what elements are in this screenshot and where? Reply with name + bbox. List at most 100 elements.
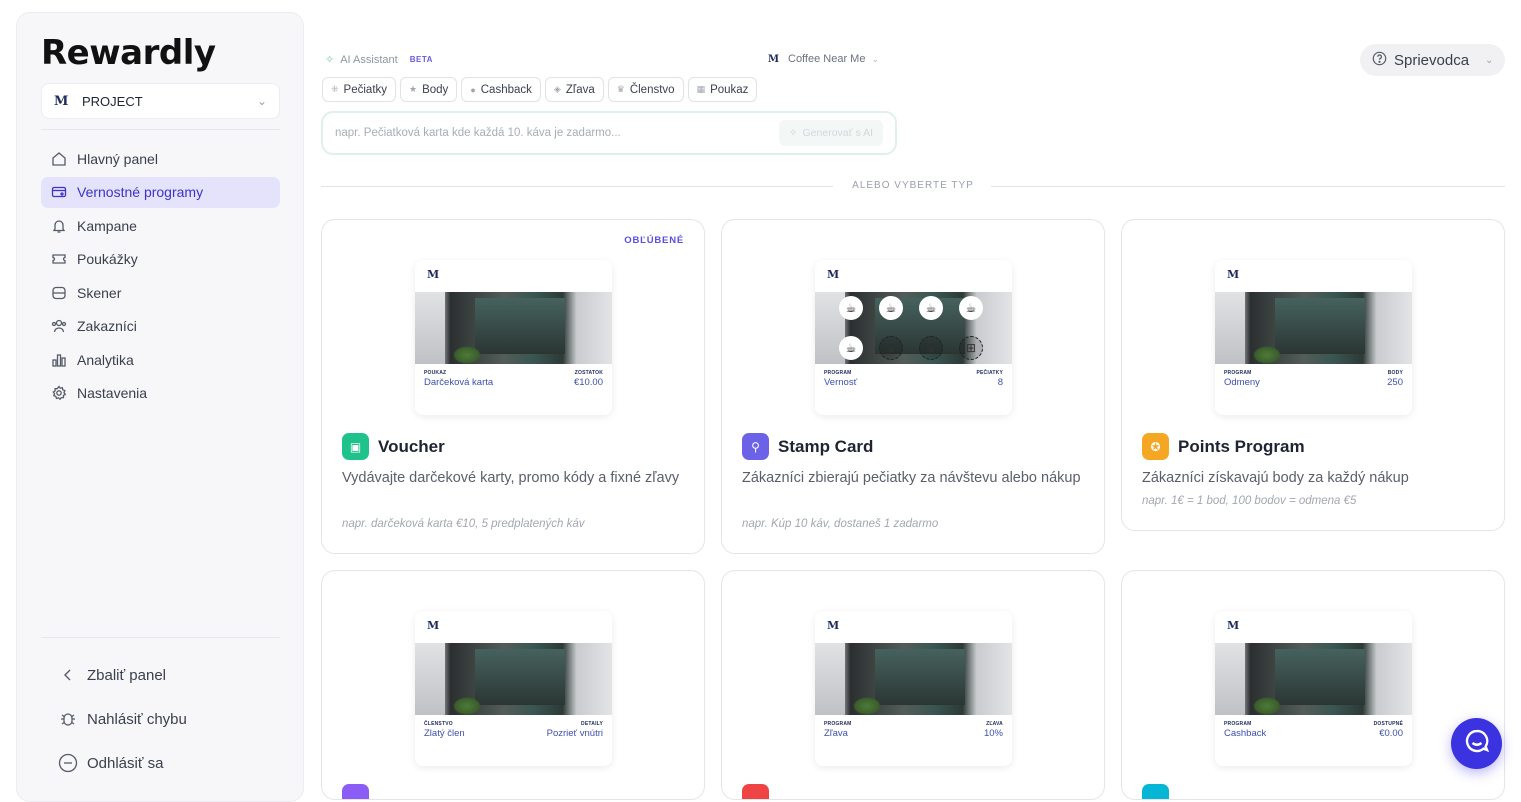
divider-line bbox=[321, 186, 833, 187]
preview-left-value: Cashback bbox=[1224, 728, 1267, 739]
guide-label: Sprievodca bbox=[1394, 51, 1470, 69]
stamp-icon: ⁜ bbox=[331, 84, 339, 94]
program-type-chips: ⁜ Pečiatky ★ Body ● Cashback ◈ Zľava ♛ Členst… bbox=[322, 77, 758, 102]
storefront-image bbox=[415, 292, 612, 364]
chip-discount[interactable]: ◈ Zľava bbox=[544, 77, 604, 102]
points-icon: ✪ bbox=[1142, 433, 1169, 460]
chevron-down-icon: ⌄ bbox=[871, 53, 879, 64]
card-title: ▣ Voucher bbox=[342, 433, 445, 460]
program-card-voucher[interactable]: OBĽÚBENÉ M POUKAZ Darčeková karta ZOSTATO… bbox=[321, 219, 705, 554]
tag-icon: ◈ bbox=[553, 84, 561, 94]
storefront-image: ☕ ☕ ☕ ☕ ☕ ☕ ☕ ⊞ bbox=[815, 292, 1012, 364]
sidebar-item-customers[interactable]: Zakazníci bbox=[41, 311, 280, 342]
program-card-points[interactable]: M PROGRAM Odmeny BODY 250 ✪ Points Program… bbox=[1121, 219, 1505, 531]
brand-monogram: M bbox=[1227, 268, 1240, 281]
card-preview: M POUKAZ Darčeková karta ZOSTATOK €10.00 bbox=[415, 260, 612, 415]
guide-button[interactable]: Sprievodca ⌄ bbox=[1360, 44, 1505, 76]
collapse-panel-button[interactable]: Zbaliť panel bbox=[41, 653, 280, 697]
preview-right-key: BODY bbox=[1387, 370, 1403, 376]
sidebar-item-label: Analytika bbox=[77, 351, 134, 368]
sidebar-bottom: Zbaliť panel Nahlásiť chybu Odhlásiť sa bbox=[41, 653, 280, 785]
report-bug-button[interactable]: Nahlásiť chybu bbox=[41, 697, 280, 741]
place-monogram: M bbox=[768, 53, 780, 65]
discount-icon bbox=[742, 784, 769, 799]
chip-voucher[interactable]: ▦ Poukaz bbox=[687, 77, 758, 102]
card-example: napr. 1€ = 1 bod, 100 bodov = odmena €5 bbox=[1142, 495, 1357, 507]
preview-right-key: DETAILY bbox=[581, 721, 603, 727]
membership-icon bbox=[342, 784, 369, 799]
coffee-stamp-icon: ☕ bbox=[959, 296, 983, 320]
star-icon: ★ bbox=[409, 84, 418, 94]
program-card-discount[interactable]: M PROGRAM Zľava ZĽAVA 10% bbox=[721, 570, 1105, 800]
preview-left-value: Zlatý člen bbox=[424, 728, 465, 739]
generate-ai-button[interactable]: ✧ Generovať s AI bbox=[778, 120, 883, 146]
chip-cashback[interactable]: ● Cashback bbox=[461, 77, 541, 102]
project-select[interactable]: M PROJECT ⌄ bbox=[41, 83, 280, 119]
crown-icon: ♛ bbox=[616, 84, 625, 94]
bug-icon bbox=[57, 708, 79, 730]
empty-stamp-icon: ☕ bbox=[919, 336, 943, 360]
gift-icon: ⊞ bbox=[959, 336, 983, 360]
preview-left-value: Vernosť bbox=[824, 377, 858, 388]
project-label: PROJECT bbox=[82, 93, 143, 109]
sidebar-item-label: Kampane bbox=[77, 217, 137, 234]
sidebar-item-campaigns[interactable]: Kampane bbox=[41, 210, 280, 241]
coffee-stamp-icon: ☕ bbox=[839, 336, 863, 360]
sidebar-item-scanner[interactable]: Skener bbox=[41, 277, 280, 308]
ai-prompt-field[interactable]: napr. Pečiatková karta kde každá 10. káv… bbox=[321, 111, 897, 155]
logout-button[interactable]: Odhlásiť sa bbox=[41, 741, 280, 785]
preview-left-key: PROGRAM bbox=[824, 721, 852, 727]
preview-left-value: Odmeny bbox=[1224, 377, 1260, 388]
voucher-icon: ▣ bbox=[342, 433, 369, 460]
coffee-stamp-icon: ☕ bbox=[879, 296, 903, 320]
sidebar: Rewardly M PROJECT ⌄ Hlavný panel Vernos… bbox=[16, 12, 304, 802]
coffee-stamp-icon: ☕ bbox=[839, 296, 863, 320]
sidebar-item-label: Zakazníci bbox=[77, 318, 137, 334]
chat-icon bbox=[1463, 727, 1491, 760]
sidebar-item-loyalty-programs[interactable]: Vernostné programy bbox=[41, 176, 280, 208]
stamp-icon: ⚲ bbox=[742, 433, 769, 460]
coffee-stamp-icon: ☕ bbox=[919, 296, 943, 320]
preview-left-key: PROGRAM bbox=[824, 370, 852, 376]
sidebar-item-vouchers[interactable]: Poukážky bbox=[41, 244, 280, 275]
program-card-membership[interactable]: M ČLENSTVO Zlatý člen DETAILY Pozrieť vnút… bbox=[321, 570, 705, 800]
sidebar-bottom-divider bbox=[41, 637, 280, 638]
preview-right-value: Pozrieť vnútri bbox=[546, 728, 603, 739]
coins-icon: ● bbox=[470, 84, 476, 95]
chevron-left-icon bbox=[57, 664, 79, 686]
program-card-stamp[interactable]: M ☕ ☕ ☕ ☕ ☕ ☕ ☕ ⊞ PROGRAM Vernosť PEČIATK… bbox=[721, 219, 1105, 554]
brand-monogram: M bbox=[427, 268, 440, 281]
card-description: Vydávajte darčekové karty, promo kódy a … bbox=[342, 470, 680, 486]
divider-line bbox=[991, 186, 1505, 187]
ai-prompt-placeholder[interactable]: napr. Pečiatková karta kde každá 10. káv… bbox=[335, 127, 779, 139]
program-card-cashback[interactable]: M PROGRAM Cashback DOSTUPNÉ €0.00 bbox=[1121, 570, 1505, 800]
chip-points[interactable]: ★ Body bbox=[400, 77, 458, 102]
project-monogram: M bbox=[54, 93, 69, 109]
chevron-down-icon[interactable]: ⌄ bbox=[1485, 55, 1493, 66]
stamp-grid: ☕ ☕ ☕ ☕ ☕ ☕ ☕ ⊞ bbox=[839, 296, 989, 362]
logout-icon bbox=[57, 752, 79, 774]
sidebar-item-analytics[interactable]: Analytika bbox=[41, 344, 280, 375]
help-icon bbox=[1372, 51, 1387, 70]
sidebar-item-dashboard[interactable]: Hlavný panel bbox=[41, 143, 280, 174]
card-title-text: Stamp Card bbox=[778, 436, 874, 456]
card-preview: M PROGRAM Zľava ZĽAVA 10% bbox=[815, 611, 1012, 766]
chat-support-button[interactable] bbox=[1451, 718, 1502, 769]
card-title bbox=[1142, 784, 1178, 799]
storefront-image bbox=[1215, 292, 1412, 364]
storefront-image bbox=[1215, 643, 1412, 715]
card-title: ✪ Points Program bbox=[1142, 433, 1305, 460]
chip-membership[interactable]: ♛ Členstvo bbox=[607, 77, 684, 102]
preview-right-key: DOSTUPNÉ bbox=[1373, 721, 1403, 727]
card-example: napr. Kúp 10 káv, dostaneš 1 zadarmo bbox=[742, 518, 939, 530]
sidebar-item-label: Nastavenia bbox=[77, 385, 148, 401]
sidebar-item-label: Poukážky bbox=[77, 251, 138, 267]
ticket-icon: ▦ bbox=[696, 84, 706, 94]
app-logo[interactable]: Rewardly bbox=[41, 33, 216, 73]
sparkle-icon: ✧ bbox=[788, 127, 798, 139]
sidebar-item-settings[interactable]: Nastavenia bbox=[41, 378, 280, 409]
beta-badge: BETA bbox=[409, 55, 433, 64]
card-icon bbox=[50, 183, 68, 201]
chip-stamps[interactable]: ⁜ Pečiatky bbox=[322, 77, 397, 102]
place-select[interactable]: M Coffee Near Me ⌄ bbox=[768, 53, 879, 65]
